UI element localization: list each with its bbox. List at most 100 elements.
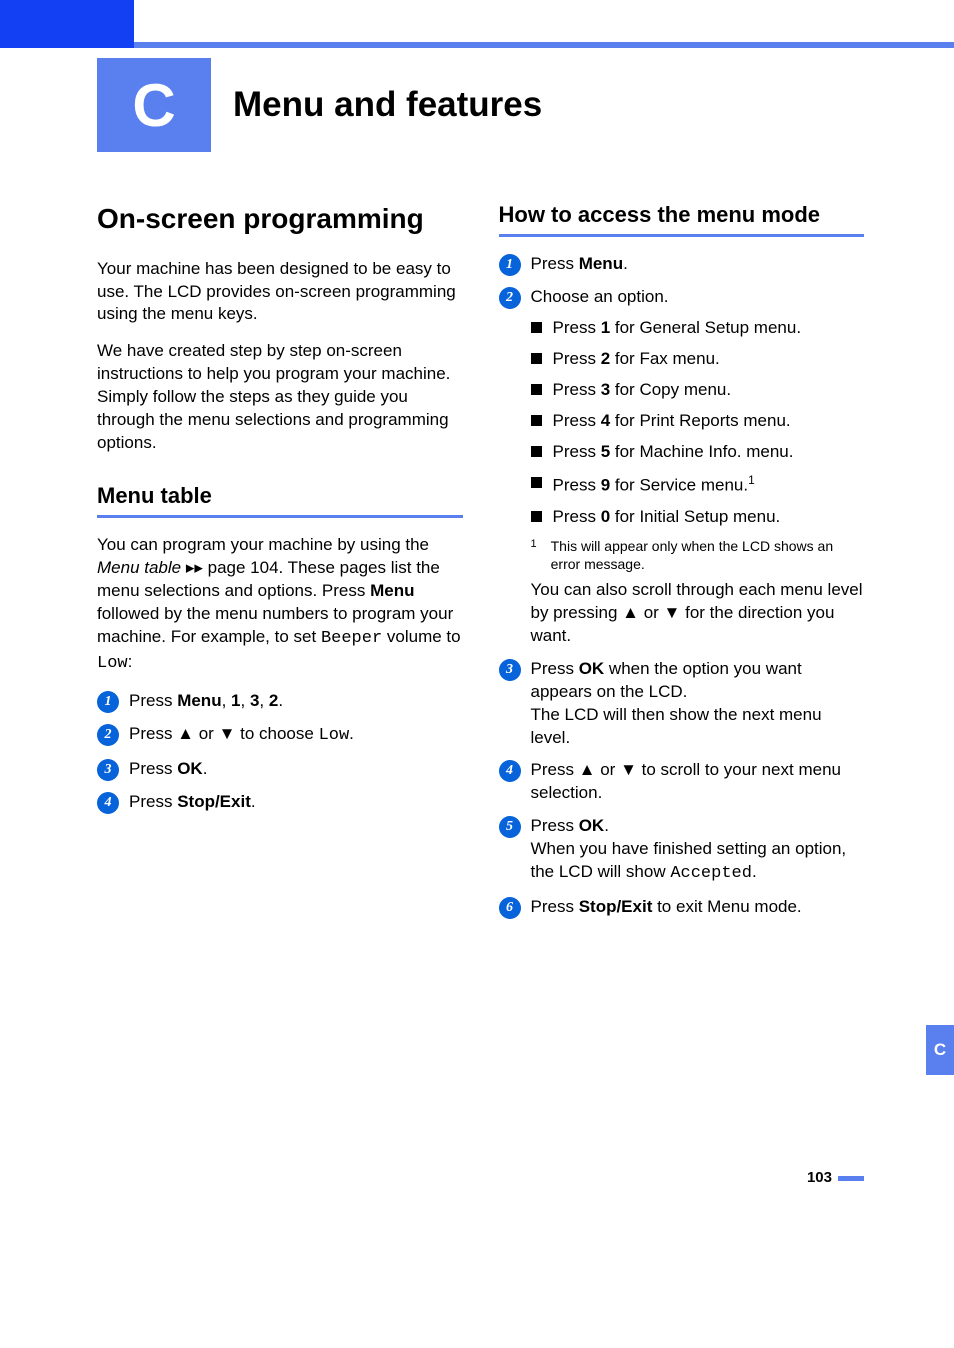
left-step-1: 1 Press Menu, 1, 3, 2. xyxy=(97,690,463,713)
key-menu: Menu xyxy=(370,581,414,600)
section-heading-onscreen: On-screen programming xyxy=(97,202,463,236)
key: 4 xyxy=(601,411,610,430)
menu-option: Press 4 for Print Reports menu. xyxy=(531,410,865,433)
step-number-icon: 3 xyxy=(499,659,521,681)
text: Press xyxy=(129,691,177,710)
text: Press xyxy=(553,411,601,430)
step-body: Press Menu. xyxy=(531,253,865,276)
step-tail: You can also scroll through each menu le… xyxy=(531,579,865,648)
text: , xyxy=(222,691,231,710)
menu-table-para: You can program your machine by using th… xyxy=(97,534,463,676)
key: Stop/Exit xyxy=(177,792,251,811)
text: Press xyxy=(553,476,601,495)
menu-option: Press 9 for Service menu.1 xyxy=(531,472,865,498)
step-body: Press Stop/Exit. xyxy=(129,791,463,814)
step-body: Press OK when the option you want appear… xyxy=(531,658,865,750)
menu-option: Press 0 for Initial Setup menu. xyxy=(531,506,865,529)
lcd-value: Low xyxy=(319,726,350,745)
subheading-rule xyxy=(499,234,865,237)
lcd-beeper: Beeper xyxy=(321,629,382,648)
footnote: 1 This will appear only when the LCD sho… xyxy=(531,537,865,573)
text: for Fax menu. xyxy=(610,349,720,368)
left-step-list: 1 Press Menu, 1, 3, 2. 2 Press ▲ or ▼ to… xyxy=(97,690,463,814)
page-number: 103 xyxy=(807,1169,832,1186)
step-body: Press Menu, 1, 3, 2. xyxy=(129,690,463,713)
text: . xyxy=(251,792,256,811)
key: 5 xyxy=(601,442,610,461)
lcd-low: Low xyxy=(97,654,128,673)
key: 2 xyxy=(601,349,610,368)
text: Press xyxy=(129,792,177,811)
key: Menu xyxy=(177,691,221,710)
header-bar-deep xyxy=(0,0,134,48)
text: . xyxy=(752,862,757,881)
side-tab-label: C xyxy=(934,1040,946,1060)
lcd-value: Accepted xyxy=(670,864,752,883)
menu-options-list: Press 1 for General Setup menu. Press 2 … xyxy=(531,317,865,528)
right-column: How to access the menu mode 1 Press Menu… xyxy=(499,202,865,929)
right-step-list: 1 Press Menu. 2 Choose an option. Press … xyxy=(499,253,865,919)
subheading-rule xyxy=(97,515,463,518)
text: for Service menu. xyxy=(610,476,748,495)
left-step-3: 3 Press OK. xyxy=(97,758,463,781)
text: Press xyxy=(531,897,579,916)
step-body: Press ▲ or ▼ to scroll to your next menu… xyxy=(531,759,865,805)
menu-option: Press 1 for General Setup menu. xyxy=(531,317,865,340)
appendix-badge: C xyxy=(97,58,211,152)
key: 3 xyxy=(250,691,259,710)
step-body: Press OK. When you have finished setting… xyxy=(531,815,865,886)
key: OK xyxy=(177,759,203,778)
left-step-2: 2 Press ▲ or ▼ to choose Low. xyxy=(97,723,463,748)
text: volume to xyxy=(382,627,460,646)
cross-ref-arrows: ▸▸ xyxy=(181,558,208,577)
text: . xyxy=(349,724,354,743)
menu-table-link: Menu table xyxy=(97,558,181,577)
section-heading-access-menu: How to access the menu mode xyxy=(499,202,865,228)
key: 3 xyxy=(601,380,610,399)
text: , xyxy=(259,691,268,710)
step-body: Press ▲ or ▼ to choose Low. xyxy=(129,723,463,748)
text: , xyxy=(241,691,250,710)
text: Press xyxy=(553,349,601,368)
page-footer: 103 xyxy=(0,929,954,1212)
step-body: Press Stop/Exit to exit Menu mode. xyxy=(531,896,865,919)
text: . xyxy=(604,816,609,835)
step-body: Choose an option. Press 1 for General Se… xyxy=(531,286,865,647)
key: Menu xyxy=(579,254,623,273)
footnote-ref: 1 xyxy=(748,473,755,487)
key: 1 xyxy=(231,691,240,710)
step-number-icon: 2 xyxy=(499,287,521,309)
key: 9 xyxy=(601,476,610,495)
text: Choose an option. xyxy=(531,286,865,309)
step-number-icon: 2 xyxy=(97,724,119,746)
step-tail: The LCD will then show the next menu lev… xyxy=(531,704,865,750)
menu-option: Press 2 for Fax menu. xyxy=(531,348,865,371)
right-step-3: 3 Press OK when the option you want appe… xyxy=(499,658,865,750)
appendix-letter: C xyxy=(132,71,175,140)
header-bar-light xyxy=(134,42,954,48)
text: Press xyxy=(129,759,177,778)
side-tab: C xyxy=(926,1025,954,1075)
step-number-icon: 4 xyxy=(97,792,119,814)
appendix-title: Menu and features xyxy=(233,85,542,125)
step-body: Press OK. xyxy=(129,758,463,781)
header-bars xyxy=(0,0,954,48)
step-number-icon: 1 xyxy=(97,691,119,713)
subheading-menu-table: Menu table xyxy=(97,483,463,509)
text: Press ▲ or ▼ to choose xyxy=(129,724,319,743)
text: . xyxy=(278,691,283,710)
text: Press xyxy=(553,380,601,399)
key: OK xyxy=(579,816,605,835)
left-step-4: 4 Press Stop/Exit. xyxy=(97,791,463,814)
step-number-icon: 6 xyxy=(499,897,521,919)
footnote-number: 1 xyxy=(531,537,537,573)
text: for Copy menu. xyxy=(610,380,731,399)
right-step-6: 6 Press Stop/Exit to exit Menu mode. xyxy=(499,896,865,919)
text: for Print Reports menu. xyxy=(610,411,790,430)
menu-option: Press 3 for Copy menu. xyxy=(531,379,865,402)
footnote-text: This will appear only when the LCD shows… xyxy=(551,537,864,573)
page-footer-accent xyxy=(838,1176,864,1181)
text: to exit Menu mode. xyxy=(652,897,801,916)
text: for General Setup menu. xyxy=(610,318,801,337)
menu-option: Press 5 for Machine Info. menu. xyxy=(531,441,865,464)
